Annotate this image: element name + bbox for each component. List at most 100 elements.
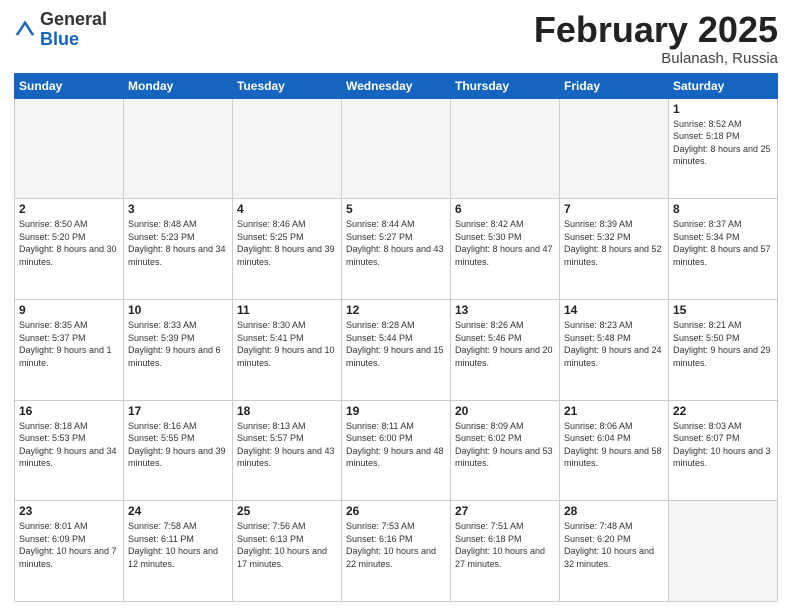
day-number: 19	[346, 404, 446, 418]
calendar-header-row: SundayMondayTuesdayWednesdayThursdayFrid…	[15, 73, 778, 98]
calendar-day-cell: 12 Sunrise: 8:28 AM Sunset: 5:44 PM Dayli…	[342, 299, 451, 400]
calendar-day-cell: 16 Sunrise: 8:18 AM Sunset: 5:53 PM Dayli…	[15, 400, 124, 501]
day-of-week-header: Saturday	[669, 73, 778, 98]
calendar-week-row: 23Sunrise: 8:01 AM Sunset: 6:09 PM Dayli…	[15, 501, 778, 602]
day-number: 24	[128, 504, 228, 518]
day-info: Sunrise: 8:48 AM Sunset: 5:23 PM Dayligh…	[128, 218, 228, 268]
day-info: Sunrise: 7:58 AM Sunset: 6:11 PM Dayligh…	[128, 520, 228, 570]
calendar-empty-cell	[15, 98, 124, 199]
calendar-day-cell: 24 Sunrise: 7:58 AM Sunset: 6:11 PM Dayli…	[124, 501, 233, 602]
day-number: 17	[128, 404, 228, 418]
calendar-day-cell: 3 Sunrise: 8:48 AM Sunset: 5:23 PM Daylig…	[124, 199, 233, 300]
day-info: Sunrise: 8:50 AM Sunset: 5:20 PM Dayligh…	[19, 218, 119, 268]
calendar-day-cell: 23Sunrise: 8:01 AM Sunset: 6:09 PM Dayli…	[15, 501, 124, 602]
day-info: Sunrise: 8:35 AM Sunset: 5:37 PM Dayligh…	[19, 319, 119, 369]
calendar-day-cell: 19 Sunrise: 8:11 AM Sunset: 6:00 PM Dayli…	[342, 400, 451, 501]
day-info: Sunrise: 8:42 AM Sunset: 5:30 PM Dayligh…	[455, 218, 555, 268]
calendar-day-cell: 6 Sunrise: 8:42 AM Sunset: 5:30 PM Daylig…	[451, 199, 560, 300]
calendar-day-cell: 4 Sunrise: 8:46 AM Sunset: 5:25 PM Daylig…	[233, 199, 342, 300]
page: General Blue February 2025 Bulanash, Rus…	[0, 0, 792, 612]
calendar-week-row: 9 Sunrise: 8:35 AM Sunset: 5:37 PM Daylig…	[15, 299, 778, 400]
title-block: February 2025 Bulanash, Russia	[534, 10, 778, 67]
logo-general-text: General	[40, 9, 107, 29]
day-number: 26	[346, 504, 446, 518]
calendar-day-cell: 8 Sunrise: 8:37 AM Sunset: 5:34 PM Daylig…	[669, 199, 778, 300]
day-number: 12	[346, 303, 446, 317]
day-info: Sunrise: 8:26 AM Sunset: 5:46 PM Dayligh…	[455, 319, 555, 369]
day-info: Sunrise: 8:03 AM Sunset: 6:07 PM Dayligh…	[673, 420, 773, 470]
calendar-day-cell: 2Sunrise: 8:50 AM Sunset: 5:20 PM Daylig…	[15, 199, 124, 300]
calendar-day-cell: 21 Sunrise: 8:06 AM Sunset: 6:04 PM Dayli…	[560, 400, 669, 501]
calendar-empty-cell	[560, 98, 669, 199]
day-number: 23	[19, 504, 119, 518]
day-number: 27	[455, 504, 555, 518]
day-number: 25	[237, 504, 337, 518]
day-number: 18	[237, 404, 337, 418]
day-info: Sunrise: 8:52 AM Sunset: 5:18 PM Dayligh…	[673, 118, 773, 168]
day-of-week-header: Thursday	[451, 73, 560, 98]
calendar-day-cell: 5Sunrise: 8:44 AM Sunset: 5:27 PM Daylig…	[342, 199, 451, 300]
calendar-empty-cell	[124, 98, 233, 199]
calendar-day-cell: 25 Sunrise: 7:56 AM Sunset: 6:13 PM Dayli…	[233, 501, 342, 602]
day-number: 22	[673, 404, 773, 418]
day-number: 1	[673, 102, 773, 116]
day-info: Sunrise: 8:21 AM Sunset: 5:50 PM Dayligh…	[673, 319, 773, 369]
calendar-week-row: 16 Sunrise: 8:18 AM Sunset: 5:53 PM Dayli…	[15, 400, 778, 501]
header: General Blue February 2025 Bulanash, Rus…	[14, 10, 778, 67]
calendar-location: Bulanash, Russia	[534, 50, 778, 67]
day-of-week-header: Sunday	[15, 73, 124, 98]
day-of-week-header: Monday	[124, 73, 233, 98]
calendar-day-cell: 26Sunrise: 7:53 AM Sunset: 6:16 PM Dayli…	[342, 501, 451, 602]
day-number: 7	[564, 202, 664, 216]
logo: General Blue	[14, 10, 107, 50]
calendar-day-cell: 17 Sunrise: 8:16 AM Sunset: 5:55 PM Dayli…	[124, 400, 233, 501]
calendar-week-row: 2Sunrise: 8:50 AM Sunset: 5:20 PM Daylig…	[15, 199, 778, 300]
day-number: 8	[673, 202, 773, 216]
day-info: Sunrise: 8:16 AM Sunset: 5:55 PM Dayligh…	[128, 420, 228, 470]
calendar-day-cell: 27Sunrise: 7:51 AM Sunset: 6:18 PM Dayli…	[451, 501, 560, 602]
day-info: Sunrise: 8:28 AM Sunset: 5:44 PM Dayligh…	[346, 319, 446, 369]
calendar-empty-cell	[451, 98, 560, 199]
day-info: Sunrise: 8:18 AM Sunset: 5:53 PM Dayligh…	[19, 420, 119, 470]
day-number: 21	[564, 404, 664, 418]
calendar-title: February 2025	[534, 10, 778, 50]
day-info: Sunrise: 8:46 AM Sunset: 5:25 PM Dayligh…	[237, 218, 337, 268]
calendar-day-cell: 28Sunrise: 7:48 AM Sunset: 6:20 PM Dayli…	[560, 501, 669, 602]
day-number: 13	[455, 303, 555, 317]
day-info: Sunrise: 8:33 AM Sunset: 5:39 PM Dayligh…	[128, 319, 228, 369]
calendar-day-cell: 9 Sunrise: 8:35 AM Sunset: 5:37 PM Daylig…	[15, 299, 124, 400]
logo-blue-text: Blue	[40, 29, 79, 49]
calendar-day-cell: 18Sunrise: 8:13 AM Sunset: 5:57 PM Dayli…	[233, 400, 342, 501]
day-info: Sunrise: 8:30 AM Sunset: 5:41 PM Dayligh…	[237, 319, 337, 369]
day-number: 11	[237, 303, 337, 317]
calendar-empty-cell	[233, 98, 342, 199]
calendar-empty-cell	[342, 98, 451, 199]
calendar-day-cell: 11 Sunrise: 8:30 AM Sunset: 5:41 PM Dayli…	[233, 299, 342, 400]
calendar-day-cell: 20 Sunrise: 8:09 AM Sunset: 6:02 PM Dayli…	[451, 400, 560, 501]
day-info: Sunrise: 7:56 AM Sunset: 6:13 PM Dayligh…	[237, 520, 337, 570]
day-number: 20	[455, 404, 555, 418]
day-info: Sunrise: 8:23 AM Sunset: 5:48 PM Dayligh…	[564, 319, 664, 369]
day-info: Sunrise: 8:39 AM Sunset: 5:32 PM Dayligh…	[564, 218, 664, 268]
day-info: Sunrise: 8:06 AM Sunset: 6:04 PM Dayligh…	[564, 420, 664, 470]
day-of-week-header: Wednesday	[342, 73, 451, 98]
day-info: Sunrise: 8:37 AM Sunset: 5:34 PM Dayligh…	[673, 218, 773, 268]
day-number: 6	[455, 202, 555, 216]
calendar-table: SundayMondayTuesdayWednesdayThursdayFrid…	[14, 73, 778, 602]
day-info: Sunrise: 8:11 AM Sunset: 6:00 PM Dayligh…	[346, 420, 446, 470]
day-info: Sunrise: 8:09 AM Sunset: 6:02 PM Dayligh…	[455, 420, 555, 470]
day-number: 15	[673, 303, 773, 317]
calendar-day-cell: 15 Sunrise: 8:21 AM Sunset: 5:50 PM Dayli…	[669, 299, 778, 400]
day-number: 16	[19, 404, 119, 418]
day-number: 10	[128, 303, 228, 317]
calendar-day-cell: 14 Sunrise: 8:23 AM Sunset: 5:48 PM Dayli…	[560, 299, 669, 400]
calendar-empty-cell	[669, 501, 778, 602]
day-number: 28	[564, 504, 664, 518]
day-of-week-header: Tuesday	[233, 73, 342, 98]
logo-icon	[14, 19, 36, 41]
day-info: Sunrise: 8:44 AM Sunset: 5:27 PM Dayligh…	[346, 218, 446, 268]
day-number: 3	[128, 202, 228, 216]
day-number: 14	[564, 303, 664, 317]
day-number: 9	[19, 303, 119, 317]
day-number: 4	[237, 202, 337, 216]
